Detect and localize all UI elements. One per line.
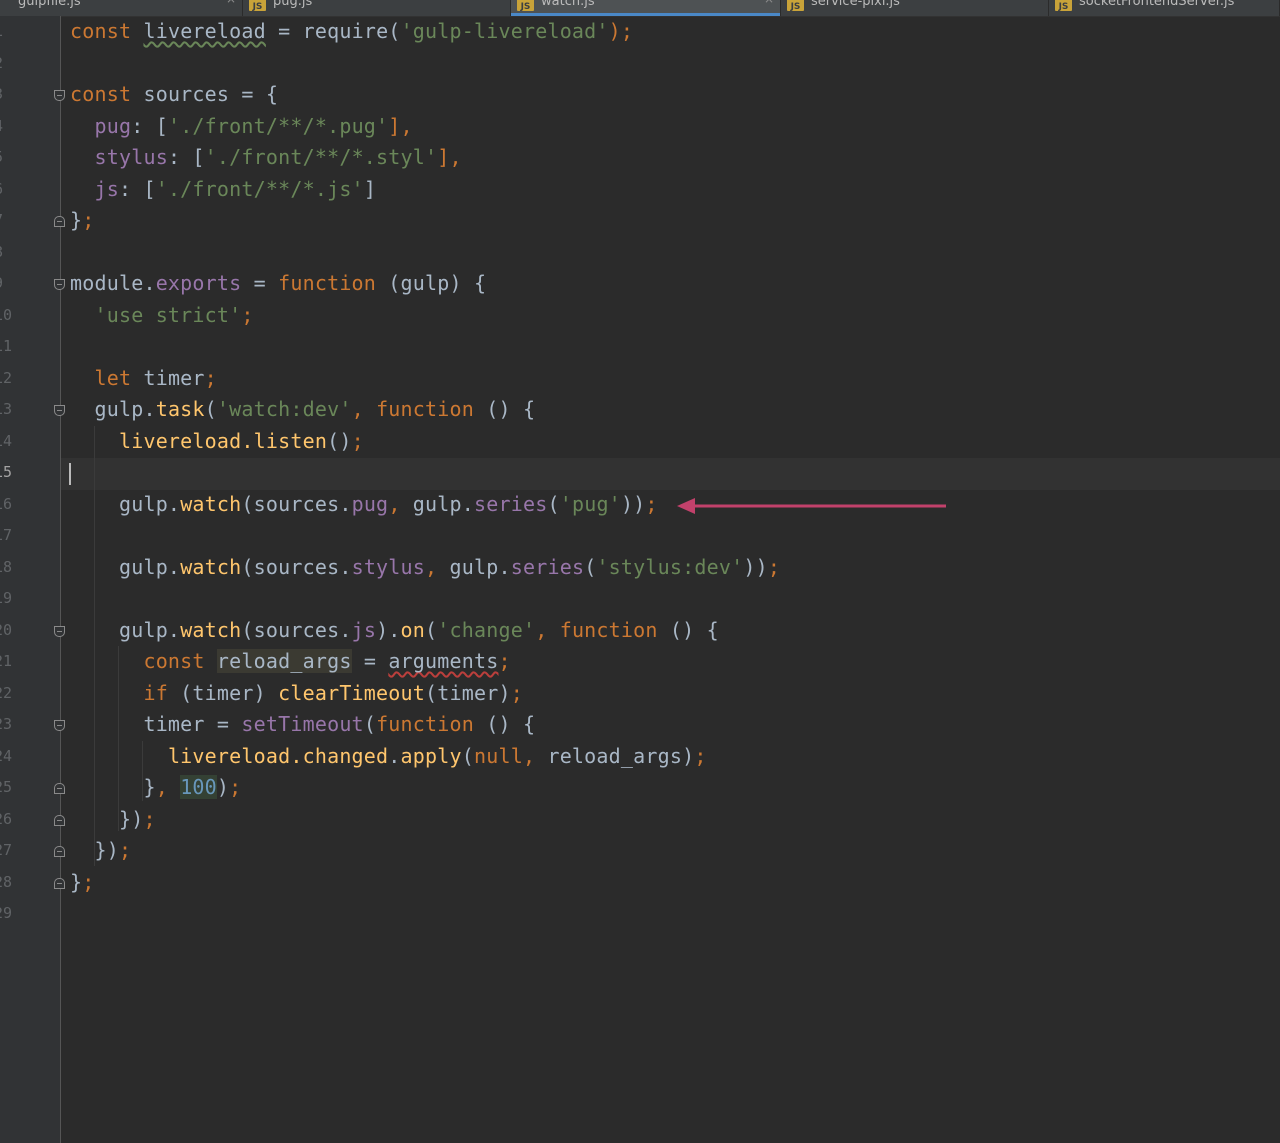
code-line-28: }; <box>70 869 95 894</box>
line-number: 14 <box>0 431 13 450</box>
line-number: 26 <box>0 809 13 828</box>
tab-watch[interactable]: JS watch.js × <box>511 0 781 16</box>
close-icon[interactable]: × <box>226 0 236 6</box>
line-number: 7 <box>0 205 6 237</box>
fold-collapse-icon[interactable] <box>54 90 65 101</box>
fold-collapse-icon[interactable] <box>54 720 65 731</box>
js-file-icon: JS <box>517 0 534 12</box>
code-line-12: let timer; <box>94 365 217 390</box>
fold-collapse-icon[interactable] <box>54 626 65 637</box>
js-file-icon: JS <box>787 0 804 12</box>
code-line-13: gulp.task('watch:dev', function () { <box>94 397 536 421</box>
line-number: 12 <box>0 368 13 387</box>
code-line-22: if (timer) clearTimeout(timer); <box>143 680 523 705</box>
editor-tab-bar: gulpfile.js × JS pug.js JS watch.js × JS… <box>0 0 1280 17</box>
code-line-10: 'use strict'; <box>94 302 254 327</box>
code-line-4: pug: ['./front/**/*.pug'], <box>94 113 413 138</box>
line-number-gutter: 1 2 3 4 5 6 7 8 9 10 11 12 13 14 15 16 1… <box>0 16 65 1143</box>
line-number: 3 <box>0 79 6 111</box>
line-number: 4 <box>0 111 6 143</box>
line-number: 10 <box>0 305 13 324</box>
tab-gulpfile[interactable]: gulpfile.js × <box>0 0 243 16</box>
line-number: 21 <box>0 652 13 670</box>
line-number: 23 <box>0 715 13 733</box>
line-number: 29 <box>0 904 13 922</box>
line-number: 28 <box>0 872 13 891</box>
close-icon[interactable]: × <box>764 0 774 6</box>
code-line-7: }; <box>70 208 95 232</box>
line-number: 25 <box>0 778 13 796</box>
line-number: 20 <box>0 620 13 639</box>
line-number: 27 <box>0 841 13 859</box>
line-number: 24 <box>0 746 13 765</box>
line-number: 13 <box>0 400 13 418</box>
code-line-14: livereload.listen(); <box>118 428 364 453</box>
code-line-6: js: ['./front/**/*.js'] <box>94 176 377 201</box>
js-file-icon: JS <box>249 0 266 12</box>
code-line-1: const livereload = require('gulp-liverel… <box>70 19 634 43</box>
line-number: 8 <box>0 237 6 269</box>
tab-label: socketFrontendServer.js <box>1079 0 1235 9</box>
code-line-25: }, 100); <box>143 775 242 799</box>
tab-pug[interactable]: JS pug.js <box>243 0 511 16</box>
fold-expand-icon[interactable] <box>54 815 65 826</box>
code-line-18: gulp.watch(sources.stylus, gulp.series('… <box>118 554 781 579</box>
tab-label: pug.js <box>273 0 313 9</box>
fold-expand-icon[interactable] <box>54 783 65 794</box>
code-line-27: }); <box>94 838 132 862</box>
code-line-9: module.exports = function (gulp) { <box>70 271 487 295</box>
line-number: 6 <box>0 174 6 206</box>
fold-collapse-icon[interactable] <box>54 405 65 416</box>
tab-label: watch.js <box>541 0 595 9</box>
tab-label: gulpfile.js <box>18 0 81 9</box>
line-number: 2 <box>0 48 6 80</box>
tab-socket-frontend-server[interactable]: JS socketFrontendServer.js <box>1049 0 1280 16</box>
fold-expand-icon[interactable] <box>54 216 65 227</box>
line-number: 16 <box>0 494 13 513</box>
tab-service-pixi[interactable]: JS service-pixi.js <box>781 0 1049 16</box>
code-line-16: gulp.watch(sources.pug, gulp.series('pug… <box>118 491 658 516</box>
line-number: 9 <box>0 268 6 300</box>
line-number: 1 <box>0 16 6 48</box>
fold-expand-icon[interactable] <box>54 846 65 857</box>
fold-collapse-icon[interactable] <box>54 279 65 290</box>
js-file-icon: JS <box>1055 0 1072 12</box>
code-line-21: const reload_args = arguments; <box>143 649 511 673</box>
line-number: 22 <box>0 683 13 702</box>
code-line-23: timer = setTimeout(function () { <box>143 712 536 736</box>
line-number-current: 15 <box>0 463 13 481</box>
code-line-5: stylus: ['./front/**/*.styl'], <box>94 145 462 169</box>
fold-expand-icon[interactable] <box>54 878 65 889</box>
line-number: 17 <box>0 526 13 544</box>
code-line-26: }); <box>118 806 156 831</box>
code-line-20: gulp.watch(sources.js).on('change', func… <box>118 617 719 642</box>
code-line-24: livereload.changed.apply(null, reload_ar… <box>167 743 707 768</box>
line-number: 5 <box>0 142 6 174</box>
tab-label: service-pixi.js <box>811 0 900 9</box>
line-number: 11 <box>0 337 13 355</box>
code-content: const livereload = require('gulp-liverel… <box>70 16 780 930</box>
code-line-3: const sources = { <box>70 82 279 106</box>
line-number: 18 <box>0 557 13 576</box>
line-number: 19 <box>0 589 13 607</box>
annotation-arrow <box>677 498 946 514</box>
code-editor[interactable]: const livereload = require('gulp-liverel… <box>61 16 1280 1143</box>
